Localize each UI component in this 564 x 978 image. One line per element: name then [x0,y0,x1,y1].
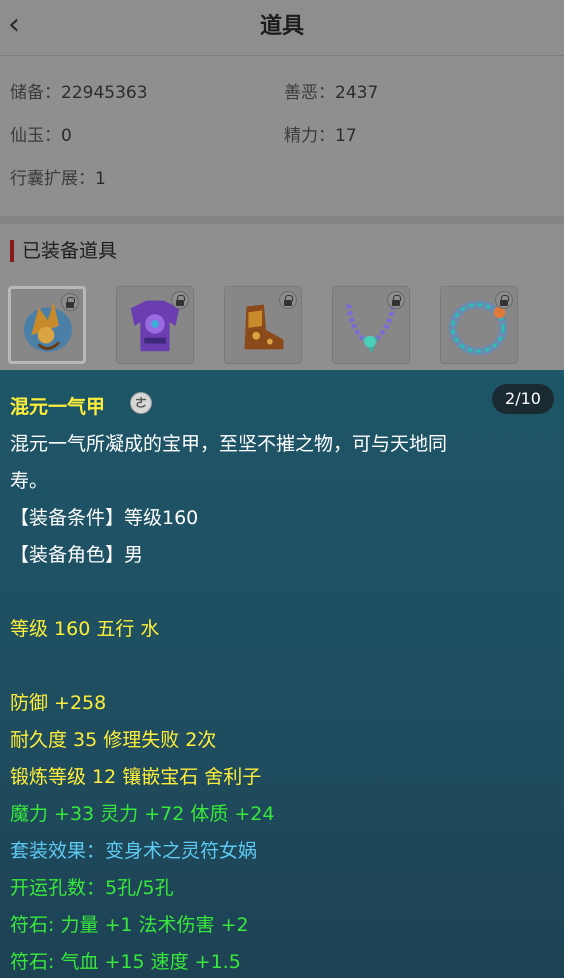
stat-savings-value: 22945363 [61,83,148,103]
lock-icon [61,293,79,311]
forge-stat: 锻炼等级 12 镶嵌宝石 舍利子 [10,766,262,788]
equip-slot-necklace[interactable] [332,286,410,364]
stat-karma: 善恶：2437 [284,78,378,103]
equip-requirement-role: 【装备角色】男 [10,544,144,566]
section-accent-bar [10,240,14,262]
stat-bag-label: 行囊扩展： [10,169,95,189]
level-element: 等级 160 五行 水 [10,618,160,640]
item-description-line1: 混元一气所凝成的宝甲，至坚不摧之物，可与天地同 [10,433,448,455]
set-effect: 套装效果：变身术之灵符女娲 [10,840,258,862]
lock-icon [495,291,513,309]
rune-stone-1: 符石: 力量 +1 法术伤害 +2 [10,914,249,936]
equipped-section: 已装备道具 [0,224,564,370]
top-bar: ‹ 道具 [0,0,564,56]
item-name: 混元一气甲 [10,396,106,418]
equip-requirement-level: 【装备条件】等级160 [10,507,199,529]
stat-karma-label: 善恶： [284,83,335,103]
item-detail-panel: 混元一气甲 ㄜ 2/10 混元一气所凝成的宝甲，至坚不摧之物，可与天地同 寿。 … [0,370,564,978]
lock-icon [387,291,405,309]
lock-icon [279,291,297,309]
section-divider [0,216,564,224]
page-title: 道具 [259,14,304,39]
stat-savings: 储备：22945363 [10,78,148,103]
stat-jade: 仙玉：0 [10,121,72,146]
attribute-bonus: 魔力 +33 灵力 +72 体质 +24 [10,803,275,825]
stat-savings-label: 储备： [10,83,61,103]
stat-bag-value: 1 [95,169,106,189]
section-title: 已装备道具 [22,240,118,262]
stats-panel: 储备：22945363 善恶：2437 仙玉：0 精力：17 行囊扩展：1 [0,56,564,216]
stat-energy-label: 精力： [284,126,335,146]
coin-icon: ㄜ [130,392,152,414]
equip-slot-helmet[interactable] [8,286,86,364]
page-indicator: 2/10 [492,384,554,414]
stat-energy-value: 17 [335,126,357,146]
stat-karma-value: 2437 [335,83,379,103]
item-description-line2: 寿。 [10,470,49,492]
equip-slot-ring[interactable] [440,286,518,364]
stat-energy: 精力：17 [284,121,357,146]
defense-stat: 防御 +258 [10,692,107,714]
stat-jade-label: 仙玉： [10,126,61,146]
stat-bag: 行囊扩展：1 [10,164,106,189]
equip-slot-armor[interactable] [116,286,194,364]
equip-slot-boots[interactable] [224,286,302,364]
rune-stone-2: 符石: 气血 +15 速度 +1.5 [10,951,241,973]
stat-jade-value: 0 [61,126,72,146]
durability-stat: 耐久度 35 修理失败 2次 [10,729,217,751]
lock-icon [171,291,189,309]
luck-holes: 开运孔数：5孔/5孔 [10,877,174,899]
